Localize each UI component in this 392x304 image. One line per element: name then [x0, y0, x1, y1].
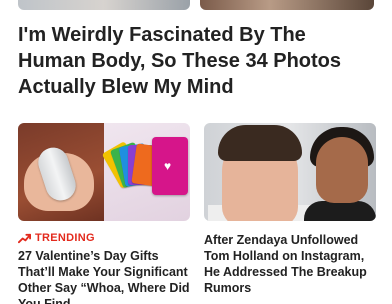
feed-page: I'm Weirdly Fascinated By The Human Body… — [0, 0, 392, 304]
article-headline-link[interactable]: I'm Weirdly Fascinated By The Human Body… — [18, 22, 378, 100]
article-card-zendaya[interactable]: After Zendaya Unfollowed Tom Holland on … — [204, 123, 376, 295]
trending-arrow-icon — [18, 233, 31, 243]
thumbnail-hair-left — [218, 125, 302, 161]
thumbnail-shoulder-right — [304, 201, 376, 221]
article-title-link[interactable]: 27 Valentine’s Day Gifts That’ll Make Yo… — [18, 248, 194, 304]
article-card-valentines[interactable]: ♥ TRENDING 27 Valentine’s Day Gifts That… — [18, 123, 190, 304]
article-title-link[interactable]: After Zendaya Unfollowed Tom Holland on … — [204, 232, 380, 296]
previous-article-image-right[interactable] — [200, 0, 374, 10]
trending-badge: TRENDING — [18, 231, 95, 245]
thumbnail-card-magenta: ♥ — [152, 137, 188, 195]
previous-article-image-left[interactable] — [18, 0, 190, 10]
heart-icon: ♥ — [164, 159, 172, 173]
previous-article-images[interactable] — [18, 0, 374, 10]
thumbnail-face-right — [316, 137, 368, 203]
article-thumbnail[interactable]: ♥ — [18, 123, 190, 221]
article-thumbnail[interactable] — [204, 123, 376, 221]
trending-label: TRENDING — [35, 232, 95, 244]
